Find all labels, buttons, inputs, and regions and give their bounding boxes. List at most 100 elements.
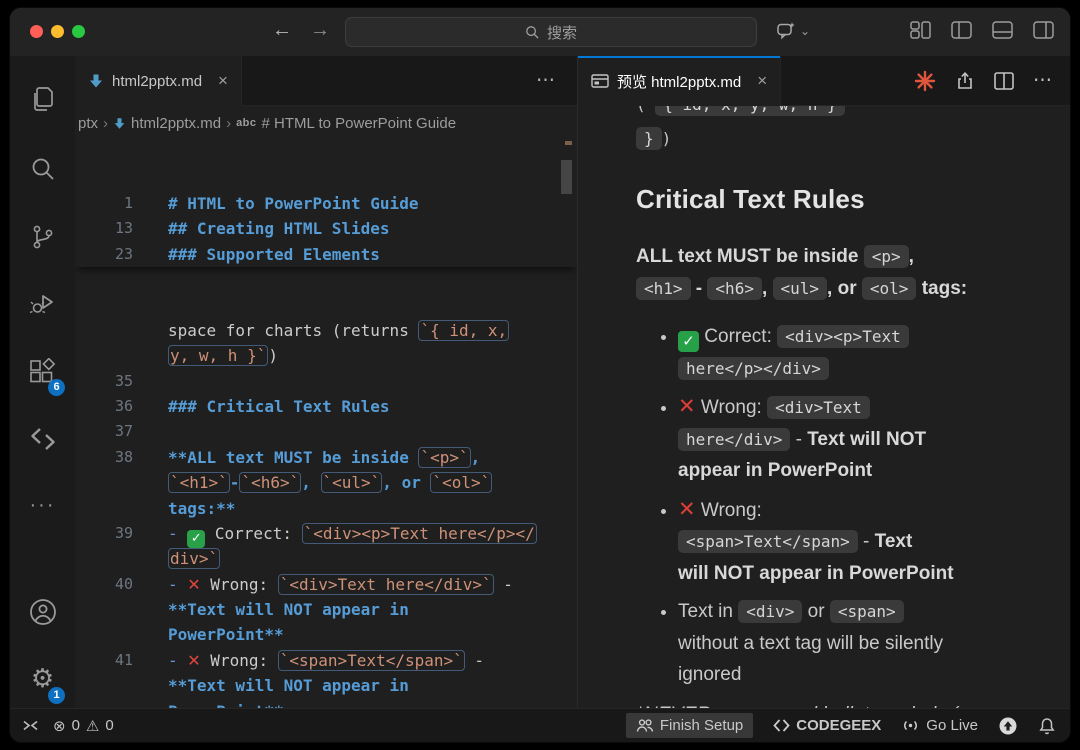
editor-line[interactable]: PowerPoint** bbox=[75, 699, 577, 708]
line-number: 37 bbox=[75, 419, 133, 444]
line-number: 36 bbox=[75, 394, 133, 419]
settings-gear-icon[interactable]: ⚙ 1 bbox=[10, 654, 75, 704]
problems-indicator[interactable]: ⊗ 0 ⚠ 0 bbox=[53, 717, 114, 735]
text-segment: Correct: bbox=[699, 326, 777, 347]
text-segment: without a text tag will be silently bbox=[678, 633, 943, 654]
back-button[interactable]: ← bbox=[272, 19, 292, 42]
line-content: **ALL text MUST be inside `<p>`, bbox=[133, 445, 480, 470]
search-placeholder: 搜索 bbox=[547, 22, 577, 43]
line-content bbox=[133, 369, 168, 394]
extension-circle-icon[interactable] bbox=[998, 716, 1018, 736]
editor-line[interactable]: 39- ✓ Correct: `<div><p>Text here</p></ bbox=[75, 521, 577, 546]
minimize-window-button[interactable] bbox=[51, 25, 64, 38]
line-content bbox=[133, 419, 168, 444]
source-control-icon[interactable] bbox=[10, 212, 75, 262]
line-number: 23 bbox=[75, 242, 133, 267]
more-actions-icon[interactable]: ⋯ bbox=[536, 69, 577, 92]
command-center-search[interactable]: 搜索 bbox=[345, 17, 757, 47]
editor-line[interactable]: 37 bbox=[75, 419, 577, 444]
editor-line[interactable]: 36### Critical Text Rules bbox=[75, 394, 577, 419]
breadcrumb[interactable]: ptx › html2pptx.md › abc # HTML to Power… bbox=[75, 106, 577, 140]
editor-line[interactable]: div>` bbox=[75, 546, 577, 571]
line-number bbox=[75, 597, 133, 622]
status-bar: ⊗ 0 ⚠ 0 Finish Setup CODEGEEX bbox=[10, 708, 1070, 742]
close-icon[interactable]: × bbox=[218, 71, 228, 91]
copilot-chat-button[interactable]: ⌄ bbox=[775, 20, 810, 42]
additional-views-icon[interactable]: ··· bbox=[10, 480, 75, 530]
text-segment: <span> bbox=[830, 600, 904, 623]
text-segment: Wrong: bbox=[696, 397, 767, 418]
editor[interactable]: 1# HTML to PowerPoint Guide13## Creating… bbox=[75, 140, 577, 708]
codegeex-starburst-icon[interactable] bbox=[914, 70, 936, 92]
tab-preview-html2pptx-md[interactable]: 预览 html2pptx.md × bbox=[578, 56, 781, 106]
search-view-icon[interactable] bbox=[10, 144, 75, 194]
text-segment: <span>Text</span> bbox=[678, 530, 858, 553]
customize-layout-icon[interactable] bbox=[910, 21, 931, 39]
text-segment: , bbox=[471, 448, 481, 467]
editor-line[interactable]: PowerPoint** bbox=[75, 622, 577, 647]
line-number bbox=[75, 546, 133, 571]
close-icon[interactable]: × bbox=[757, 71, 767, 91]
warning-icon: ⚠ bbox=[86, 717, 99, 735]
text-segment: `<div><p>Text here</p></ bbox=[302, 523, 537, 544]
forward-button[interactable]: → bbox=[310, 19, 330, 42]
editor-group-markdown: html2pptx.md × ⋯ ptx › html2pptx.md › ab… bbox=[75, 56, 577, 708]
editor-scrollbar[interactable] bbox=[559, 140, 574, 708]
editor-line[interactable]: 41- ✕ Wrong: `<span>Text</span>` - bbox=[75, 648, 577, 673]
run-debug-icon[interactable] bbox=[10, 278, 75, 328]
editor-line[interactable]: y, w, h }`) bbox=[75, 343, 577, 368]
toggle-panel-icon[interactable] bbox=[992, 21, 1013, 39]
accounts-icon[interactable] bbox=[10, 587, 75, 637]
editor-line[interactable]: `<h1>`-`<h6>`, `<ul>`, or `<ol>` bbox=[75, 470, 577, 495]
text-segment: `<p>` bbox=[418, 447, 470, 468]
maximize-window-button[interactable] bbox=[72, 25, 85, 38]
remote-indicator-icon[interactable] bbox=[22, 718, 39, 733]
sticky-line[interactable]: 1# HTML to PowerPoint Guide bbox=[75, 191, 577, 216]
more-actions-icon[interactable]: ⋯ bbox=[1033, 69, 1052, 92]
line-content: **Text will NOT appear in bbox=[133, 673, 409, 698]
text-segment: { id, x, y, w, h } bbox=[655, 106, 844, 116]
editor-line[interactable]: 35 bbox=[75, 369, 577, 394]
breadcrumb-folder[interactable]: ptx bbox=[78, 115, 98, 132]
editor-line[interactable]: **Text will NOT appear in bbox=[75, 673, 577, 698]
text-segment: - bbox=[465, 651, 484, 670]
editor-line[interactable]: 40- ✕ Wrong: `<div>Text here</div>` - bbox=[75, 572, 577, 597]
people-icon bbox=[636, 718, 654, 733]
markdown-file-icon bbox=[88, 73, 104, 89]
markdown-preview[interactable]: ( { id, x, y, w, h } }) Critical Text Ru… bbox=[578, 106, 1070, 708]
sticky-scroll[interactable]: 1# HTML to PowerPoint Guide13## Creating… bbox=[75, 191, 577, 267]
tab-label: 预览 html2pptx.md bbox=[617, 71, 741, 92]
codegeex-status-button[interactable]: CODEGEEX bbox=[773, 717, 881, 734]
breadcrumb-symbol[interactable]: # HTML to PowerPoint Guide bbox=[262, 115, 457, 132]
toggle-primary-sidebar-icon[interactable] bbox=[951, 21, 972, 39]
notifications-bell-icon[interactable] bbox=[1038, 717, 1056, 735]
codegeex-view-icon[interactable] bbox=[10, 414, 75, 464]
extensions-icon[interactable]: 6 bbox=[10, 346, 75, 396]
sticky-line[interactable]: 13## Creating HTML Slides bbox=[75, 216, 577, 241]
preview-heading: Critical Text Rules bbox=[636, 184, 1050, 215]
text-segment: tags: bbox=[916, 278, 967, 299]
tab-html2pptx-md[interactable]: html2pptx.md × bbox=[75, 56, 242, 106]
editor-line[interactable]: **Text will NOT appear in bbox=[75, 597, 577, 622]
text-segment: `{ id, x, bbox=[418, 320, 509, 341]
explorer-icon[interactable] bbox=[10, 74, 75, 124]
editor-line[interactable]: space for charts (returns `{ id, x, bbox=[75, 318, 577, 343]
split-editor-icon[interactable] bbox=[994, 72, 1014, 90]
editor-lines[interactable]: space for charts (returns `{ id, x,y, w,… bbox=[75, 318, 577, 708]
line-number bbox=[75, 318, 133, 343]
breadcrumb-file[interactable]: html2pptx.md bbox=[131, 115, 221, 132]
scrollbar-thumb[interactable] bbox=[561, 160, 572, 194]
editor-line[interactable]: tags:** bbox=[75, 496, 577, 521]
export-share-icon[interactable] bbox=[955, 71, 975, 91]
vscode-window: ← → 搜索 ⌄ bbox=[10, 8, 1070, 742]
go-live-button[interactable]: Go Live bbox=[901, 717, 978, 734]
editor-line[interactable]: 38**ALL text MUST be inside `<p>`, bbox=[75, 445, 577, 470]
text-segment: <div> bbox=[738, 600, 802, 623]
sticky-line[interactable]: 23### Supported Elements bbox=[75, 242, 577, 267]
preview-bullet-item: ✓ Correct: <div><p>Texthere</p></div> bbox=[678, 321, 1018, 384]
close-window-button[interactable] bbox=[30, 25, 43, 38]
toggle-secondary-sidebar-icon[interactable] bbox=[1033, 21, 1054, 39]
text-segment: ) bbox=[268, 346, 278, 365]
finish-setup-button[interactable]: Finish Setup bbox=[626, 713, 753, 738]
editor-group-preview: 预览 html2pptx.md × ⋯ bbox=[577, 56, 1070, 708]
